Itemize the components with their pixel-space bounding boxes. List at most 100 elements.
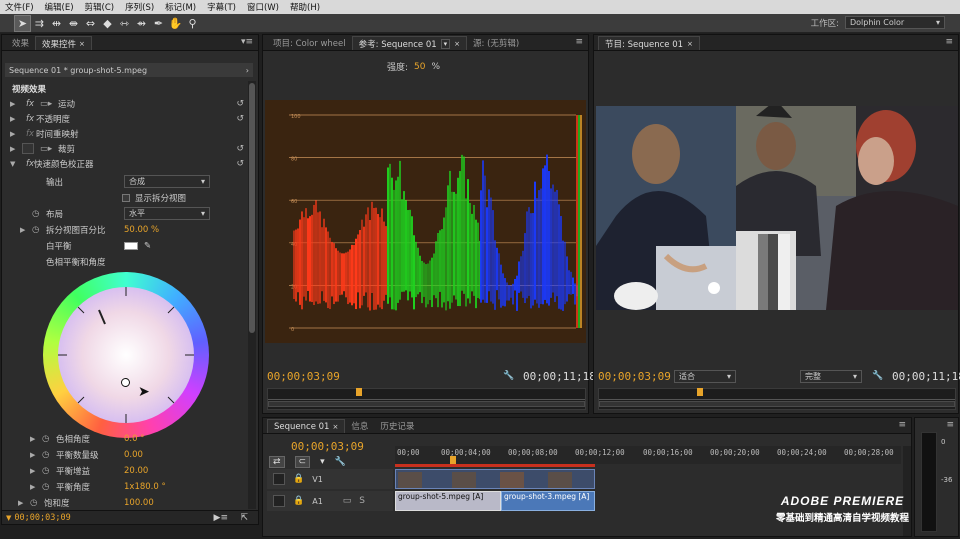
wrench-icon[interactable]: 🔧 [503,371,514,381]
menu-file[interactable]: 文件(F) [5,1,34,13]
white-balance-swatch[interactable] [124,241,138,250]
timecode-value[interactable]: 00;00;03;09 [291,440,364,453]
tab-source[interactable]: 源: (无剪辑) [467,36,525,50]
chevron-right-icon[interactable]: › [246,66,249,75]
layout-select[interactable]: 水平 ▾ [124,207,210,220]
source-timecode-left[interactable]: 00;00;03;09 [267,370,340,383]
effect-opacity-row[interactable]: ▶ fx 不透明度 ↺ [2,111,258,126]
expand-arrow-icon[interactable]: ▶ [30,467,42,475]
tab-project[interactable]: 项目: Color wheel [267,36,352,50]
playhead-marker-icon[interactable] [697,388,703,396]
reset-icon[interactable]: ↺ [236,144,244,154]
timeline-playhead[interactable] [450,456,456,464]
pen-tool-icon[interactable]: ✒ [150,15,167,32]
fx-badge[interactable]: fx [22,114,36,124]
fx-badge[interactable]: fx [22,159,34,169]
intensity-value[interactable]: 50 [414,62,425,72]
link-icon[interactable]: ⊂ [294,456,311,468]
expand-arrow-icon[interactable]: ▶ [30,435,42,443]
menu-help[interactable]: 帮助(H) [290,1,320,13]
stopwatch-icon[interactable]: ◷ [30,498,44,508]
split-percent-value[interactable]: 50.00 % [124,225,159,235]
razor-tool-icon[interactable]: ◆ [99,15,116,32]
solo-icon[interactable]: S [359,496,365,506]
expand-arrow-icon[interactable]: ▼ [10,160,22,168]
snap-icon[interactable]: ⇄ [269,456,285,468]
menu-title[interactable]: 字幕(T) [207,1,236,13]
effect-motion-row[interactable]: ▶ fx ▭▸ 运动 ↺ [2,96,258,111]
output-select[interactable]: 合成 ▾ [124,175,210,188]
stopwatch-icon[interactable]: ◷ [42,450,56,460]
rolling-edit-tool-icon[interactable]: ⇼ [65,15,82,32]
panel-menu-icon[interactable]: ≡ [945,37,953,47]
timeline-ruler[interactable]: 00;00 00;00;04;00 00;00;08;00 00;00;12;0… [395,446,901,464]
timecode-value[interactable]: 00;00;03;09 [598,370,671,383]
toggle-box[interactable] [22,143,34,154]
menu-edit[interactable]: 编辑(E) [45,1,74,13]
monitor-time-ruler[interactable] [267,388,586,410]
timecode-value[interactable]: 00;00;03;09 [267,370,340,383]
stopwatch-icon[interactable]: ◷ [42,466,56,476]
effect-crop-row[interactable]: ▶ ▭▸ 裁剪 ↺ [2,141,258,156]
panel-menu-icon[interactable]: ▾≡ [241,37,253,47]
slip-tool-icon[interactable]: ⇿ [116,15,133,32]
lock-icon[interactable]: 🔒 [293,474,304,484]
workspace-select[interactable]: Dolphin Color ▾ [845,16,945,29]
menu-marker[interactable]: 标记(M) [165,1,196,13]
reset-icon[interactable]: ↺ [236,114,244,124]
expand-arrow-icon[interactable]: ▶ [10,100,22,108]
expand-arrow-icon[interactable]: ▶ [10,145,22,153]
fx-badge[interactable]: fx [22,99,40,109]
param-value[interactable]: 1x180.0 ° [124,482,166,492]
param-value[interactable]: 0.0 ° [124,434,144,444]
tab-sequence[interactable]: Sequence 01 × [267,419,346,433]
stopwatch-icon[interactable]: ◷ [42,482,56,492]
expand-arrow-icon[interactable]: ▶ [18,499,30,507]
split-view-checkbox[interactable] [122,193,130,202]
panel-menu-icon[interactable]: ≡ [946,420,954,430]
tab-effects[interactable]: 效果 [6,36,35,50]
tab-effect-controls[interactable]: 效果控件 × [35,36,92,50]
param-value[interactable]: 100.00 [124,498,154,508]
slide-tool-icon[interactable]: ⇴ [133,15,150,32]
panel-menu-icon[interactable]: ≡ [898,420,906,430]
selection-tool-icon[interactable]: ➤ [14,14,31,32]
speaker-icon[interactable] [273,495,285,507]
close-icon[interactable]: × [332,423,338,431]
zoom-tool-icon[interactable]: ⚲ [184,15,201,32]
fit-select[interactable]: 适合 ▾ [674,370,736,383]
reset-icon[interactable]: ↺ [236,99,244,109]
expand-arrow-icon[interactable]: ▶ [30,483,42,491]
eye-icon[interactable] [273,473,285,485]
play-icon[interactable]: ▶≡ [214,513,228,523]
tab-history[interactable]: 历史记录 [374,419,420,433]
color-wheel[interactable]: ➤ [43,272,209,438]
stopwatch-icon[interactable]: ◷ [32,225,46,235]
lock-icon[interactable]: 🔒 [293,496,304,506]
close-icon[interactable]: × [454,40,460,48]
effect-fast-color-corrector-row[interactable]: ▼ fx 快速颜色校正器 ↺ [2,156,258,171]
audio-clip[interactable]: group-shot-5.mpeg [A] [395,491,501,511]
scrollbar[interactable] [248,81,256,509]
playhead-marker-icon[interactable] [356,388,362,396]
chevron-down-icon[interactable]: ▾ [440,38,451,49]
expand-arrow-icon[interactable]: ▶ [10,115,22,123]
tab-info[interactable]: 信息 [345,419,374,433]
stopwatch-icon[interactable]: ◷ [32,209,46,219]
ripple-edit-tool-icon[interactable]: ⇹ [48,15,65,32]
track-select-tool-icon[interactable]: ⇉ [31,15,48,32]
marker-icon[interactable]: ▾ [320,457,325,467]
menu-sequence[interactable]: 序列(S) [125,1,154,13]
export-icon[interactable]: ⇱ [240,513,248,523]
effect-controls-timecode[interactable]: 00;00;03;09 [14,513,70,523]
zoom-bar[interactable] [268,401,585,407]
hand-tool-icon[interactable]: ✋ [167,15,184,32]
menu-window[interactable]: 窗口(W) [247,1,279,13]
quality-select[interactable]: 完整 ▾ [800,370,862,383]
video-clip[interactable] [395,469,595,489]
close-icon[interactable]: × [687,40,693,48]
scrollbar-thumb[interactable] [249,83,255,333]
sync-icon[interactable]: ▭ [343,496,352,506]
param-value[interactable]: 0.00 [124,450,143,460]
balance-handle[interactable] [121,378,130,387]
